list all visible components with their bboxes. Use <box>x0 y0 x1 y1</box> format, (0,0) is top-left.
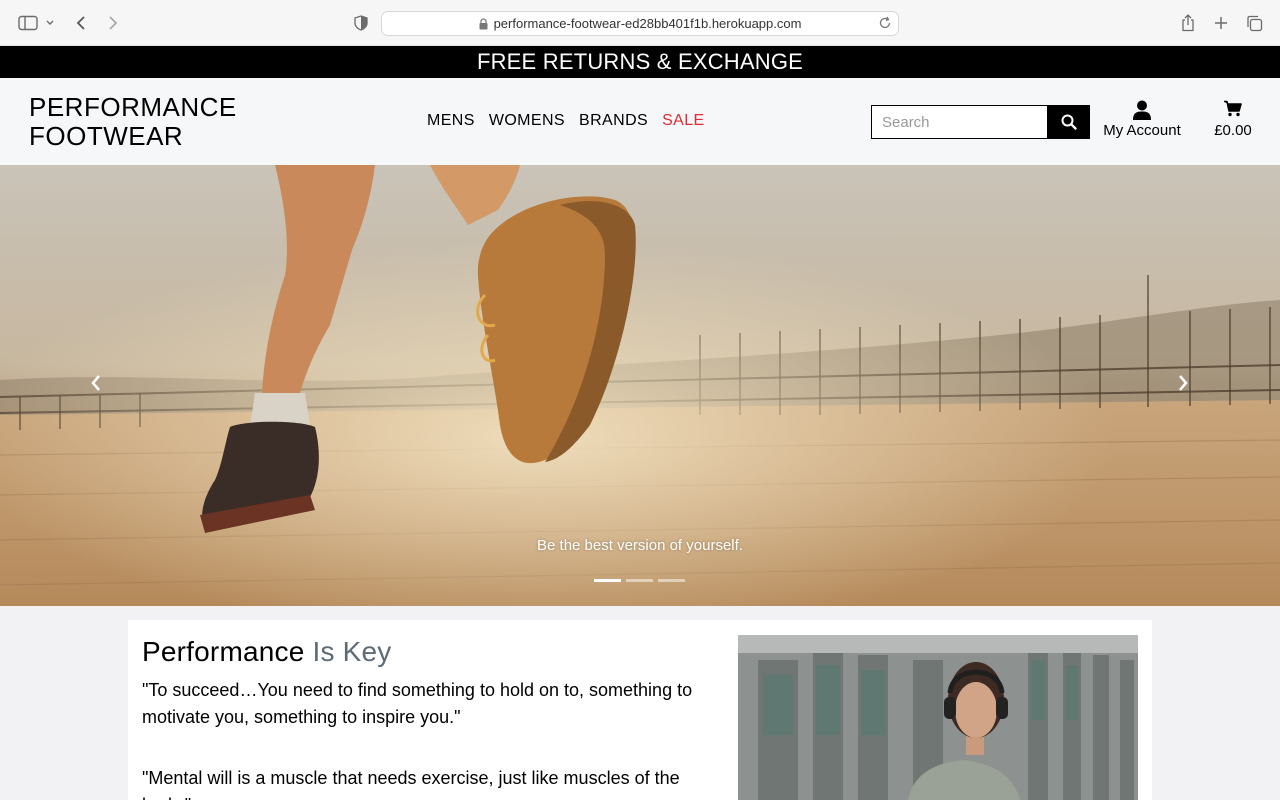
main-nav: MENS WOMENS BRANDS SALE <box>427 112 705 130</box>
chevron-left-icon <box>90 374 102 392</box>
search-form <box>871 105 1090 139</box>
share-icon[interactable] <box>1178 11 1198 35</box>
carousel-indicator-1[interactable] <box>594 579 621 582</box>
carousel-indicator-3[interactable] <box>658 579 685 582</box>
hero-carousel: Be the best version of yourself. <box>0 165 1280 606</box>
new-tab-icon[interactable] <box>1211 11 1231 35</box>
reload-icon[interactable] <box>878 16 892 30</box>
cart-total: £0.00 <box>1214 122 1252 139</box>
browser-toolbar: performance-footwear-ed28bb401f1b.heroku… <box>0 0 1280 46</box>
url-text: performance-footwear-ed28bb401f1b.heroku… <box>493 16 802 31</box>
carousel-next-button[interactable] <box>1173 371 1193 395</box>
site-logo[interactable]: PERFORMANCE FOOTWEAR <box>29 93 237 151</box>
lock-icon <box>479 17 488 30</box>
address-bar[interactable]: performance-footwear-ed28bb401f1b.heroku… <box>381 11 899 36</box>
intro-heading: Performance Is Key <box>142 636 392 668</box>
account-label: My Account <box>1103 122 1181 139</box>
carousel-caption: Be the best version of yourself. <box>537 537 743 554</box>
nav-womens[interactable]: WOMENS <box>489 112 565 130</box>
promo-text: FREE RETURNS & EXCHANGE <box>476 49 804 74</box>
nav-mens[interactable]: MENS <box>427 112 475 130</box>
forward-icon[interactable] <box>103 11 123 35</box>
search-input[interactable] <box>871 105 1047 139</box>
intro-heading-main: Performance <box>142 636 305 667</box>
back-icon[interactable] <box>71 11 91 35</box>
carousel-indicators <box>594 579 685 582</box>
carousel-indicator-2[interactable] <box>626 579 653 582</box>
search-button[interactable] <box>1047 105 1090 139</box>
sidebar-icon[interactable] <box>17 11 39 35</box>
chevron-down-icon[interactable] <box>43 11 57 35</box>
intro-section: Performance Is Key "To succeed…You need … <box>128 620 1152 800</box>
chevron-right-icon <box>1177 374 1189 392</box>
cart-link[interactable]: £0.00 <box>1210 100 1256 139</box>
tabs-icon[interactable] <box>1244 11 1264 35</box>
my-account-link[interactable]: My Account <box>1103 100 1181 139</box>
nav-brands[interactable]: BRANDS <box>579 112 648 130</box>
site-header: PERFORMANCE FOOTWEAR MENS WOMENS BRANDS … <box>0 78 1280 165</box>
quote-2: "Mental will is a muscle that needs exer… <box>142 768 680 800</box>
cart-icon <box>1210 100 1256 122</box>
logo-line-2: FOOTWEAR <box>29 121 184 151</box>
logo-line-1: PERFORMANCE <box>29 92 237 122</box>
carousel-prev-button[interactable] <box>86 371 106 395</box>
nav-sale[interactable]: SALE <box>662 112 705 130</box>
promo-banner: FREE RETURNS & EXCHANGE <box>0 46 1280 78</box>
intro-heading-accent: Is Key <box>312 636 392 667</box>
search-icon <box>1061 114 1077 130</box>
quote-1: "To succeed…You need to find something t… <box>142 680 693 727</box>
athlete-photo <box>738 635 1138 800</box>
shield-icon[interactable] <box>351 11 371 35</box>
user-icon <box>1103 100 1181 122</box>
